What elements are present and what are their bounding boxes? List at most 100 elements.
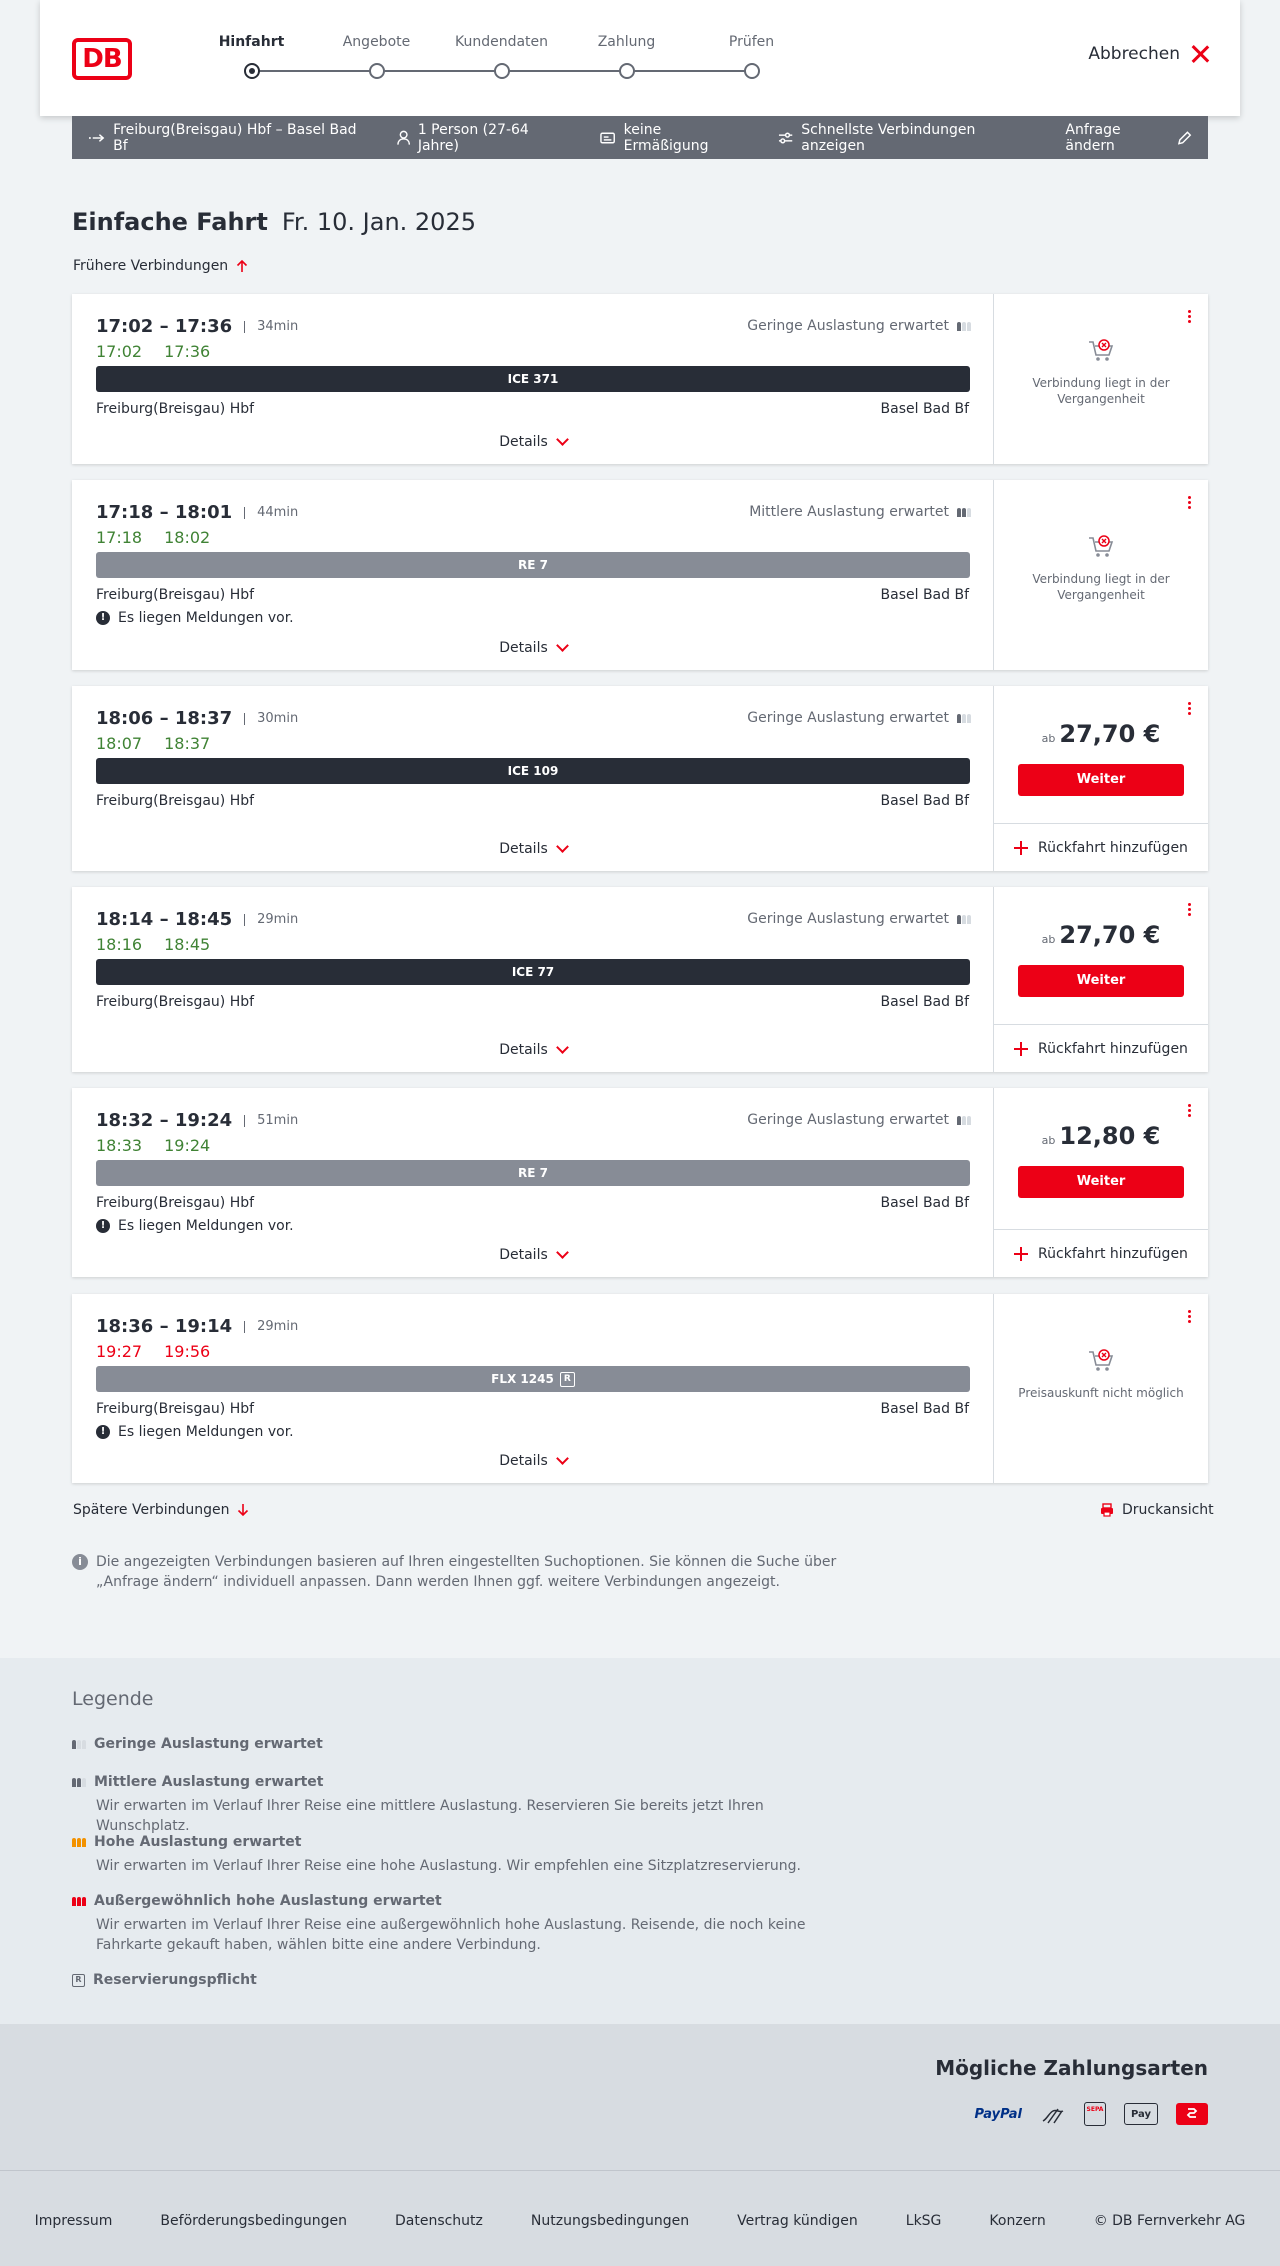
realtime-departure: 17:02 bbox=[96, 342, 143, 361]
continue-button[interactable]: Weiter bbox=[1018, 764, 1184, 796]
reservation-required-icon: R bbox=[559, 1372, 575, 1387]
footer: Impressum Beförderungsbedingungen Datens… bbox=[0, 2170, 1280, 2266]
legend-item-title: Außergewöhnlich hohe Auslastung erwartet bbox=[94, 1893, 442, 1909]
occupancy-text: Geringe Auslastung erwartet bbox=[747, 911, 949, 927]
disruption-message: ! Es liegen Meldungen vor. bbox=[96, 1424, 294, 1440]
footer-link-nutzungsbedingungen[interactable]: Nutzungsbedingungen bbox=[531, 2213, 689, 2229]
step-dot bbox=[243, 63, 260, 79]
realtime-arrival: 19:24 bbox=[164, 1136, 211, 1155]
footer-link-lksg[interactable]: LkSG bbox=[906, 2213, 942, 2229]
footer-link-vertrag-kuendigen[interactable]: Vertrag kündigen bbox=[737, 2213, 858, 2229]
footer-link-impressum[interactable]: Impressum bbox=[35, 2213, 113, 2229]
realtime-arrival: 18:45 bbox=[164, 935, 211, 954]
info-text: Die angezeigten Verbindungen basieren au… bbox=[96, 1554, 837, 1590]
add-return-button[interactable]: Rückfahrt hinzufügen bbox=[994, 823, 1208, 871]
price-value: 27,70 € bbox=[1059, 921, 1161, 949]
unavailable-notice: Verbindung liegt in der Vergangenheit bbox=[994, 533, 1208, 603]
offer-area: ab 27,70 € Weiter Rückfahrt hinzufügen bbox=[994, 686, 1208, 871]
price-value: 12,80 € bbox=[1059, 1122, 1161, 1150]
footer-link-konzern[interactable]: Konzern bbox=[989, 2213, 1045, 2229]
unavailable-notice: Verbindung liegt in der Vergangenheit bbox=[994, 337, 1208, 407]
add-return-button[interactable]: Rückfahrt hinzufügen bbox=[994, 1229, 1208, 1277]
print-view-link[interactable]: Druckansicht bbox=[1100, 1502, 1214, 1518]
step-label: Kundendaten bbox=[454, 34, 549, 50]
search-summary-bar: Freiburg(Breisgau) Hbf – Basel Bad Bf 1 … bbox=[72, 116, 1208, 159]
details-toggle[interactable]: Details bbox=[72, 840, 994, 857]
db-payment-icon bbox=[1176, 2103, 1208, 2125]
footer-link-datenschutz[interactable]: Datenschutz bbox=[395, 2213, 483, 2229]
db-logo[interactable]: DB bbox=[72, 38, 132, 80]
more-options-icon[interactable] bbox=[1188, 496, 1192, 509]
step-hinfahrt[interactable]: Hinfahrt bbox=[189, 34, 314, 79]
arrow-up-icon bbox=[237, 259, 248, 272]
details-toggle[interactable]: Details bbox=[72, 639, 994, 656]
details-toggle[interactable]: Details bbox=[72, 1452, 994, 1469]
train-bar: FLX 1245 R bbox=[96, 1366, 970, 1392]
train-bar: ICE 77 bbox=[96, 959, 970, 985]
more-options-icon[interactable] bbox=[1188, 1310, 1192, 1323]
earlier-label: Frühere Verbindungen bbox=[73, 258, 229, 274]
train-name: FLX 1245 bbox=[491, 1372, 554, 1386]
more-options-icon[interactable] bbox=[1188, 1104, 1192, 1117]
later-connections-link[interactable]: Spätere Verbindungen bbox=[73, 1502, 249, 1518]
connection-details-area: 18:06 – 18:37 30min 18:07 18:37 Geringe Ausl… bbox=[72, 686, 994, 871]
planned-times: 18:06 – 18:37 30min bbox=[96, 708, 298, 729]
cancel-label: Abbrechen bbox=[1088, 44, 1180, 64]
realtime-departure: 18:07 bbox=[96, 734, 143, 753]
more-options-icon[interactable] bbox=[1188, 310, 1192, 323]
filter-icon bbox=[778, 132, 793, 143]
step-angebote: Angebote bbox=[314, 34, 439, 79]
travel-duration: 44min bbox=[244, 506, 298, 519]
realtime-arrival: 18:02 bbox=[164, 528, 211, 547]
legend-item-reservation: R Reservierungspflicht bbox=[72, 1972, 257, 1988]
print-label: Druckansicht bbox=[1122, 1502, 1214, 1518]
step-zahlung: Zahlung bbox=[564, 34, 689, 79]
card-icon bbox=[600, 132, 616, 143]
reservation-icon: R bbox=[72, 1973, 85, 1987]
travel-duration: 34min bbox=[244, 320, 298, 333]
change-request-button[interactable]: Anfrage ändern bbox=[1065, 122, 1192, 154]
realtime-arrival: 17:36 bbox=[164, 342, 211, 361]
train-name: ICE 77 bbox=[511, 965, 555, 979]
alert-icon: ! bbox=[96, 1425, 110, 1439]
realtime-arrival: 18:37 bbox=[164, 734, 211, 753]
details-label: Details bbox=[499, 434, 548, 450]
step-pruefen: Prüfen bbox=[689, 34, 814, 79]
more-options-icon[interactable] bbox=[1188, 702, 1192, 715]
more-options-icon[interactable] bbox=[1188, 903, 1192, 916]
occupancy-icon bbox=[957, 713, 971, 723]
arrival-station: Basel Bad Bf bbox=[880, 1401, 969, 1417]
price-prefix: ab bbox=[1041, 1134, 1056, 1147]
add-return-button[interactable]: Rückfahrt hinzufügen bbox=[994, 1024, 1208, 1072]
cancel-button[interactable]: Abbrechen bbox=[1088, 44, 1210, 64]
departure-station: Freiburg(Breisgau) Hbf bbox=[96, 1401, 255, 1417]
occupancy-very-high-icon bbox=[72, 1896, 86, 1906]
step-dot bbox=[618, 63, 635, 79]
discount-summary: keine Ermäßigung bbox=[600, 122, 744, 154]
realtime-arrival: 19:56 bbox=[164, 1342, 211, 1361]
legend: Legende Geringe Auslastung erwartet Mitt… bbox=[0, 1658, 1280, 2024]
chevron-down-icon bbox=[555, 840, 569, 853]
step-label: Hinfahrt bbox=[218, 34, 285, 50]
footer-link-befoerderungsbedingungen[interactable]: Beförderungsbedingungen bbox=[160, 2213, 347, 2229]
travel-duration: 29min bbox=[244, 1320, 298, 1333]
continue-button[interactable]: Weiter bbox=[1018, 965, 1184, 997]
details-toggle[interactable]: Details bbox=[72, 1041, 994, 1058]
continue-button[interactable]: Weiter bbox=[1018, 1166, 1184, 1198]
occupancy-indicator: Geringe Auslastung erwartet bbox=[747, 710, 971, 726]
occupancy-indicator: Geringe Auslastung erwartet bbox=[747, 318, 971, 334]
legend-item-title: Hohe Auslastung erwartet bbox=[94, 1834, 302, 1850]
legend-item-high: Hohe Auslastung erwartet Wir erwarten im… bbox=[72, 1834, 856, 1876]
details-toggle[interactable]: Details bbox=[72, 1246, 994, 1263]
direct-debit-icon bbox=[1040, 2103, 1066, 2125]
trip-date: Fr. 10. Jan. 2025 bbox=[281, 208, 476, 236]
legend-item-medium: Mittlere Auslastung erwartet Wir erwarte… bbox=[72, 1774, 856, 1836]
realtime-times: 19:27 19:56 bbox=[96, 1342, 210, 1361]
passenger-summary: 1 Person (27-64 Jahre) bbox=[396, 122, 567, 154]
realtime-departure: 17:18 bbox=[96, 528, 143, 547]
earlier-connections-link[interactable]: Frühere Verbindungen bbox=[73, 258, 248, 274]
details-toggle[interactable]: Details bbox=[72, 433, 994, 450]
plus-icon bbox=[1014, 1041, 1029, 1056]
message-text: Es liegen Meldungen vor. bbox=[118, 1218, 294, 1234]
offer-area: ab 12,80 € Weiter Rückfahrt hinzufügen bbox=[994, 1088, 1208, 1277]
